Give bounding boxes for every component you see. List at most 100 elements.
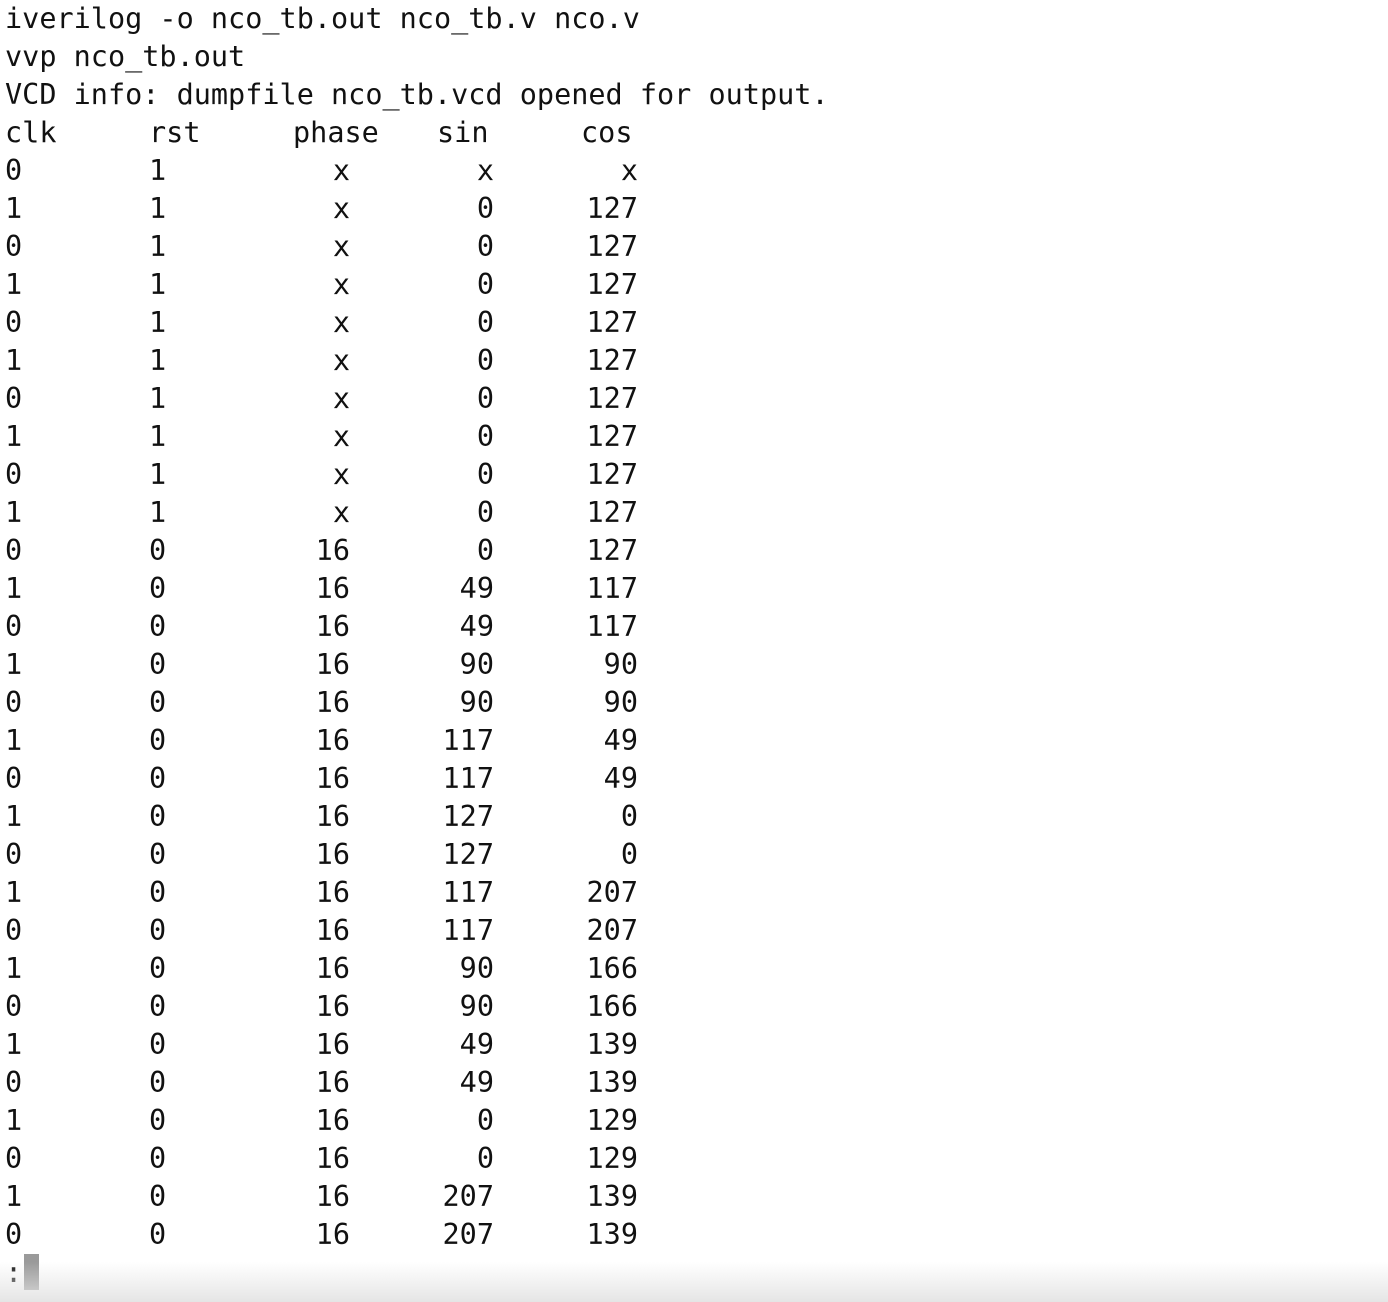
- table-row: 0 1 x 0 127: [5, 228, 705, 266]
- cell-cos: 127: [586, 458, 638, 491]
- cell-clk: 1: [5, 496, 23, 529]
- vcd-info-line: VCD info: dumpfile nco_tb.vcd opened for…: [5, 78, 829, 111]
- cell-phase: 16: [315, 610, 350, 643]
- cell-cos: 127: [586, 230, 638, 263]
- cell-cos: 166: [586, 952, 638, 985]
- cell-phase: x: [332, 344, 350, 377]
- cell-sin: 49: [459, 610, 494, 643]
- cell-sin: 49: [459, 1066, 494, 1099]
- cell-rst: 0: [149, 1028, 167, 1061]
- table-row: 0 0 16 0 127: [5, 532, 705, 570]
- cell-clk: 1: [5, 420, 23, 453]
- cell-phase: x: [332, 496, 350, 529]
- cell-sin: 0: [476, 534, 494, 567]
- cell-rst: 0: [149, 1104, 167, 1137]
- cell-cos: 207: [586, 876, 638, 909]
- cell-phase: x: [332, 268, 350, 301]
- table-row: 1 1 x 0 127: [5, 342, 705, 380]
- cell-phase: 16: [315, 990, 350, 1023]
- cell-cos: 139: [586, 1180, 638, 1213]
- cell-sin: 207: [442, 1180, 494, 1213]
- header-cos: cos: [581, 116, 633, 149]
- command-line-iverilog: iverilog -o nco_tb.out nco_tb.v nco.v: [5, 2, 640, 35]
- cell-clk: 1: [5, 192, 23, 225]
- cell-rst: 1: [149, 458, 167, 491]
- cell-phase: 16: [315, 1218, 350, 1251]
- cell-rst: 0: [149, 1180, 167, 1213]
- table-row: 1 1 x 0 127: [5, 190, 705, 228]
- cell-cos: 207: [586, 914, 638, 947]
- cell-cos: 127: [586, 306, 638, 339]
- cell-clk: 1: [5, 648, 23, 681]
- cell-rst: 1: [149, 420, 167, 453]
- cell-phase: x: [332, 420, 350, 453]
- cell-rst: 0: [149, 1066, 167, 1099]
- cell-cos: 166: [586, 990, 638, 1023]
- cell-phase: 16: [315, 686, 350, 719]
- cell-phase: 16: [315, 838, 350, 871]
- cell-phase: 16: [315, 914, 350, 947]
- cell-clk: 1: [5, 572, 23, 605]
- header-sin: sin: [437, 116, 489, 149]
- table-row: 0 1 x 0 127: [5, 304, 705, 342]
- cell-cos: 139: [586, 1028, 638, 1061]
- cell-rst: 0: [149, 762, 167, 795]
- cell-rst: 1: [149, 230, 167, 263]
- table-row: 1 1 x 0 127: [5, 494, 705, 532]
- text-cursor: [24, 1254, 40, 1290]
- cell-rst: 0: [149, 914, 167, 947]
- cell-cos: 139: [586, 1218, 638, 1251]
- cell-clk: 0: [5, 534, 23, 567]
- cell-cos: 0: [620, 800, 638, 833]
- cell-cos: 49: [603, 724, 638, 757]
- cell-sin: 0: [476, 496, 494, 529]
- cell-sin: 90: [459, 648, 494, 681]
- cell-phase: 16: [315, 1104, 350, 1137]
- cell-sin: 0: [476, 268, 494, 301]
- cell-rst: 1: [149, 496, 167, 529]
- cell-rst: 0: [149, 990, 167, 1023]
- cell-clk: 0: [5, 838, 23, 871]
- cell-cos: x: [620, 154, 638, 187]
- cell-rst: 1: [149, 306, 167, 339]
- cell-phase: x: [332, 192, 350, 225]
- table-row: 0 0 16 117 49: [5, 760, 705, 798]
- table-row: 1 1 x 0 127: [5, 266, 705, 304]
- cell-rst: 0: [149, 952, 167, 985]
- table-row: 1 0 16 207 139: [5, 1178, 705, 1216]
- cell-cos: 127: [586, 192, 638, 225]
- cell-rst: 0: [149, 1218, 167, 1251]
- cell-sin: 49: [459, 572, 494, 605]
- cell-cos: 117: [586, 610, 638, 643]
- pager-prompt[interactable]: :: [5, 1254, 40, 1292]
- cell-phase: 16: [315, 534, 350, 567]
- cell-clk: 1: [5, 268, 23, 301]
- cell-sin: 0: [476, 458, 494, 491]
- cell-cos: 127: [586, 496, 638, 529]
- cell-phase: 16: [315, 1028, 350, 1061]
- cell-clk: 1: [5, 876, 23, 909]
- cell-sin: 0: [476, 1104, 494, 1137]
- cell-clk: 0: [5, 1142, 23, 1175]
- cell-cos: 90: [603, 648, 638, 681]
- cell-rst: 0: [149, 534, 167, 567]
- cell-sin: 127: [442, 800, 494, 833]
- table-row: 0 1 x x x: [5, 152, 705, 190]
- cell-cos: 0: [620, 838, 638, 871]
- cell-sin: 207: [442, 1218, 494, 1251]
- cell-clk: 0: [5, 990, 23, 1023]
- cell-sin: 90: [459, 990, 494, 1023]
- header-phase: phase: [293, 116, 379, 149]
- table-header: clk rst phase sin cos: [5, 114, 705, 152]
- cell-rst: 0: [149, 800, 167, 833]
- table-row: 0 0 16 90 166: [5, 988, 705, 1026]
- table-row: 0 0 16 127 0: [5, 836, 705, 874]
- cell-phase: 16: [315, 724, 350, 757]
- cell-rst: 0: [149, 572, 167, 605]
- cell-rst: 0: [149, 610, 167, 643]
- table-row: 0 0 16 0 129: [5, 1140, 705, 1178]
- cell-cos: 139: [586, 1066, 638, 1099]
- table-row: 0 1 x 0 127: [5, 456, 705, 494]
- cell-rst: 0: [149, 724, 167, 757]
- cell-cos: 117: [586, 572, 638, 605]
